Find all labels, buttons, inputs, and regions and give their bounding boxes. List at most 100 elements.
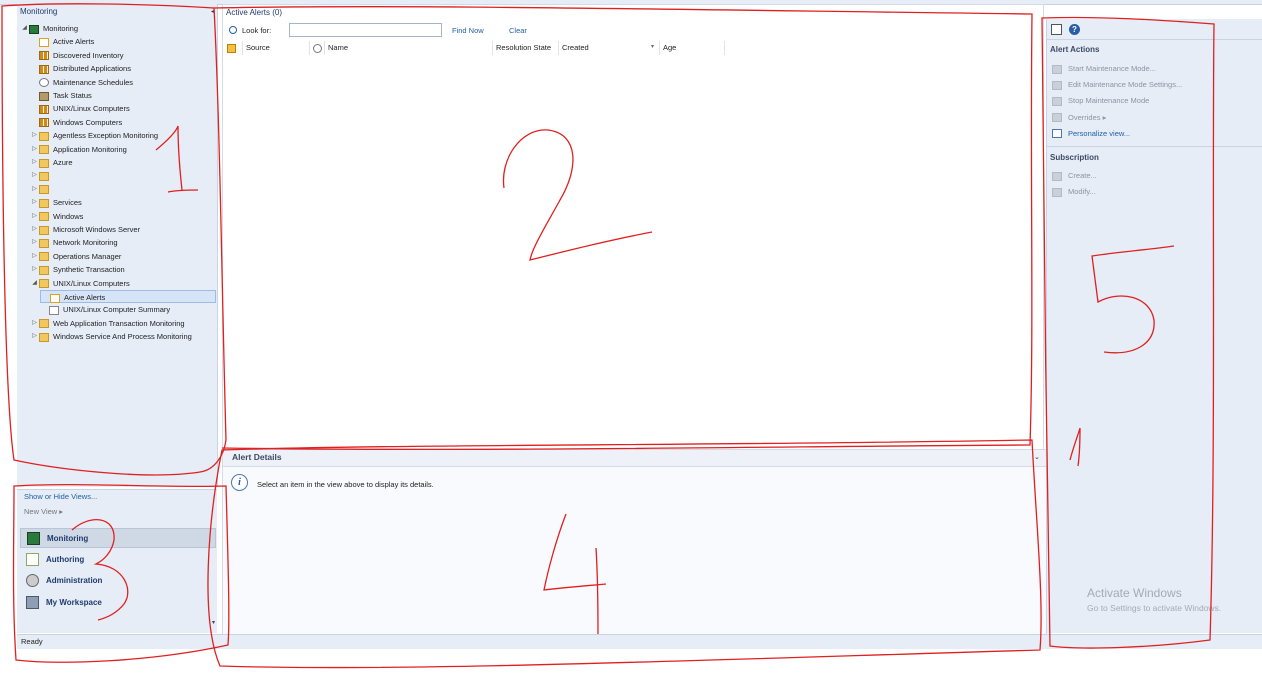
expand-toggle-icon[interactable]: ▷: [30, 236, 39, 249]
task-overrides[interactable]: Overrides ▸: [1052, 111, 1106, 125]
find-now-button[interactable]: Find Now: [452, 26, 484, 35]
tree-item-discovered-inventory[interactable]: Discovered Inventory: [30, 49, 123, 62]
folder-icon: [39, 238, 49, 248]
column-maintenance[interactable]: [309, 41, 325, 55]
task-edit-maintenance-mode-settings[interactable]: Edit Maintenance Mode Settings...: [1052, 78, 1182, 92]
navigation-pane: Monitoring ◢ Monitoring Active Alerts Disco…: [17, 4, 218, 487]
tree-item-windows-service-and-process-monitoring[interactable]: ▷ Windows Service And Process Monitoring: [30, 330, 192, 343]
tree-item-label: Web Application Transaction Monitoring: [53, 318, 185, 328]
workspace-button-label: Administration: [46, 576, 103, 585]
navigation-pane-title: Monitoring: [20, 7, 58, 16]
task-action-icon: [1052, 80, 1062, 90]
details-title: Alert Details: [232, 452, 282, 462]
column-name[interactable]: Name: [324, 41, 493, 55]
workspace-button-administration[interactable]: Administration: [20, 571, 216, 591]
clear-button[interactable]: Clear: [509, 26, 527, 35]
results-pane: Active Alerts (0) Look for: Find Now Cle…: [222, 4, 1044, 450]
column-created[interactable]: Created ▾: [558, 41, 660, 55]
tree-item-label: UNIX/Linux Computers: [53, 278, 130, 288]
workspace-button-monitoring[interactable]: Monitoring: [20, 528, 216, 548]
state-view-icon: [39, 118, 49, 128]
tree-item-unix-linux-computers[interactable]: ◢ UNIX/Linux Computers: [30, 277, 130, 290]
tree-item-synthetic-transaction[interactable]: ▷ Synthetic Transaction: [30, 263, 125, 276]
tree-item-windows-computers[interactable]: Windows Computers: [30, 116, 122, 129]
view-title: Active Alerts (0): [226, 8, 283, 17]
expand-toggle-icon[interactable]: ▷: [30, 263, 39, 276]
column-age[interactable]: Age: [659, 41, 725, 55]
new-view-menu[interactable]: New View ▸: [24, 507, 63, 516]
state-view-icon: [39, 64, 49, 74]
tree-item-blank[interactable]: ▷: [30, 169, 53, 182]
expand-toggle-icon[interactable]: ▷: [30, 169, 39, 182]
task-personalize-view[interactable]: Personalize view...: [1052, 127, 1130, 141]
state-view-icon: [39, 104, 49, 114]
collapse-pane-icon[interactable]: ◂: [211, 8, 214, 15]
task-modify[interactable]: Modify...: [1052, 185, 1096, 199]
tree-item-label: Active Alerts: [53, 37, 95, 47]
divider: [1047, 146, 1262, 147]
status-text: Ready: [21, 637, 43, 646]
expand-toggle-icon[interactable]: ◢: [20, 22, 29, 35]
column-created-label: Created: [562, 43, 589, 52]
expand-toggle-icon[interactable]: ▷: [30, 317, 39, 330]
expand-toggle-icon[interactable]: ▷: [30, 183, 39, 196]
tree-item-services[interactable]: ▷ Services: [30, 196, 82, 209]
tree-item-active-alerts[interactable]: Active Alerts: [40, 290, 216, 303]
expand-toggle-icon[interactable]: ◢: [30, 277, 39, 290]
tree-item-microsoft-windows-server[interactable]: ▷ Microsoft Windows Server: [30, 223, 140, 236]
wunderbar-scroll-icon[interactable]: ▾: [212, 619, 215, 626]
task-start-maintenance-mode[interactable]: Start Maintenance Mode...: [1052, 62, 1156, 76]
tasks-pane: ? Alert Actions Start Maintenance Mode..…: [1046, 19, 1262, 633]
search-label: Look for:: [242, 26, 272, 35]
tree-item-maintenance-schedules[interactable]: Maintenance Schedules: [30, 76, 133, 89]
task-label: Start Maintenance Mode...: [1068, 64, 1156, 73]
folder-icon: [39, 319, 49, 329]
tasks-toggle-icon[interactable]: [1051, 24, 1062, 35]
tree-item-label: Application Monitoring: [53, 144, 127, 154]
tree-item-monitoring[interactable]: ◢ Monitoring: [20, 22, 78, 35]
status-bar: Ready: [17, 634, 1262, 649]
expand-toggle-icon[interactable]: ▷: [30, 250, 39, 263]
tree-item-azure[interactable]: ▷ Azure: [30, 156, 73, 169]
tree-item-label: Task Status: [53, 91, 92, 100]
tree-item-application-monitoring[interactable]: ▷ Application Monitoring: [30, 143, 127, 156]
tree-item-web-application-transaction-monitoring[interactable]: ▷ Web Application Transaction Monitoring: [30, 317, 185, 330]
sort-descending-icon: ▾: [650, 44, 654, 50]
wunderbar: Show or Hide Views... New View ▸ Monitor…: [17, 489, 217, 633]
expand-toggle-icon[interactable]: ▷: [30, 223, 39, 236]
tree-item-unix-linux-computer-summary[interactable]: UNIX/Linux Computer Summary: [40, 303, 170, 316]
tree-item-task-status[interactable]: Task Status: [30, 89, 92, 102]
subscription-title: Subscription: [1050, 153, 1099, 162]
expand-toggle-icon[interactable]: ▷: [30, 156, 39, 169]
workspace-button-authoring[interactable]: Authoring: [20, 550, 216, 570]
folder-icon: [39, 131, 49, 141]
task-stop-maintenance-mode[interactable]: Stop Maintenance Mode: [1052, 94, 1149, 108]
tree-item-windows[interactable]: ▷ Windows: [30, 210, 83, 223]
folder-icon: [39, 198, 49, 208]
show-hide-views-link[interactable]: Show or Hide Views...: [24, 492, 97, 501]
column-resolution-state[interactable]: Resolution State: [492, 41, 559, 55]
tree-item-blank[interactable]: ▷: [30, 183, 53, 196]
tree-item-active-alerts[interactable]: Active Alerts: [30, 35, 94, 48]
tree-item-operations-manager[interactable]: ▷ Operations Manager: [30, 250, 121, 263]
column-severity[interactable]: [223, 41, 243, 55]
expand-toggle-icon[interactable]: ▷: [30, 143, 39, 156]
task-create[interactable]: Create...: [1052, 169, 1097, 183]
help-icon[interactable]: ?: [1069, 24, 1080, 35]
expand-toggle-icon[interactable]: ▷: [30, 196, 39, 209]
tree-item-distributed-applications[interactable]: Distributed Applications: [30, 62, 131, 75]
tree-item-network-monitoring[interactable]: ▷ Network Monitoring: [30, 236, 118, 249]
workspace-button-my-workspace[interactable]: My Workspace: [20, 593, 216, 613]
folder-icon: [39, 225, 49, 235]
summary-icon: [49, 305, 59, 315]
expand-toggle-icon[interactable]: ▷: [30, 330, 39, 343]
expand-toggle-icon[interactable]: ▷: [30, 129, 39, 142]
tree-item-agentless-exception-monitoring[interactable]: ▷ Agentless Exception Monitoring: [30, 129, 158, 142]
column-source[interactable]: Source: [242, 41, 310, 55]
tree-item-label: Services: [53, 198, 82, 208]
chevron-down-icon[interactable]: ⌄: [1034, 453, 1040, 461]
expand-toggle-icon[interactable]: ▷: [30, 210, 39, 223]
tree-item-unix-linux-computers[interactable]: UNIX/Linux Computers: [30, 102, 130, 115]
maintenance-mode-icon: [313, 43, 322, 53]
search-input[interactable]: [289, 23, 442, 37]
